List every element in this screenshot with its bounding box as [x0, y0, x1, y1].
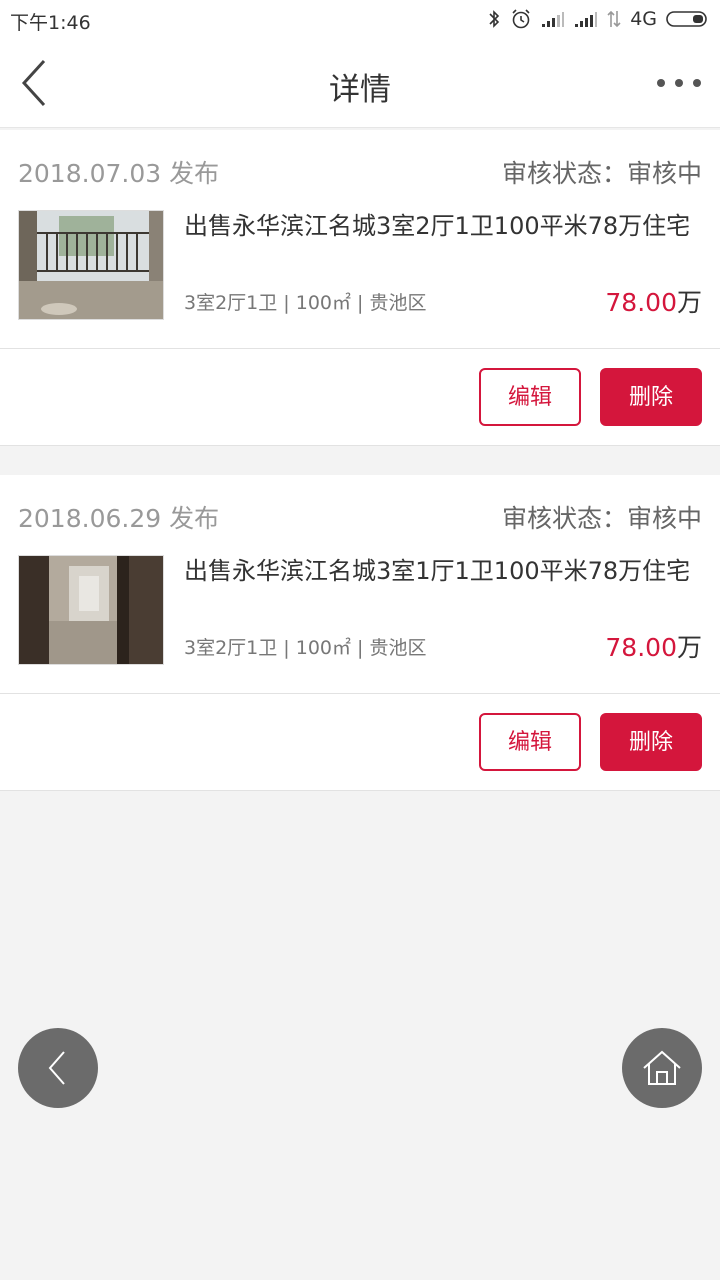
price-value: 78.00 — [605, 633, 677, 662]
listing-thumbnail[interactable] — [18, 210, 164, 320]
page-title: 详情 — [329, 72, 391, 108]
price-unit: 万 — [676, 288, 702, 317]
bluetooth-icon — [489, 10, 500, 28]
signal-icon — [542, 12, 565, 27]
more-button[interactable] — [654, 68, 704, 98]
floating-home-button[interactable] — [622, 1028, 702, 1108]
status-icons: 4G — [487, 7, 710, 31]
data-arrows-icon — [607, 10, 621, 28]
edit-button[interactable]: 编辑 — [479, 368, 581, 426]
status-bar: 下午1:46 4G — [0, 0, 720, 38]
network-label: 4G — [630, 8, 657, 30]
review-status: 审核状态：审核中 — [501, 504, 702, 533]
listing-meta: 3室2厅1卫 | 100㎡ | 贵池区 — [184, 637, 427, 659]
listing-price: 78.00万 — [605, 283, 702, 319]
listing-card: 2018.07.03 发布 审核状态：审核中 出售永华滨江名城3室2厅1卫100… — [0, 130, 720, 446]
publish-date: 2018.06.29 发布 — [18, 504, 220, 533]
divider — [0, 693, 720, 694]
alarm-icon — [512, 9, 530, 29]
battery-icon — [666, 11, 707, 27]
floating-back-button[interactable] — [18, 1028, 98, 1108]
review-status: 审核状态：审核中 — [501, 159, 702, 188]
listing-price: 78.00万 — [605, 628, 702, 664]
home-icon — [643, 1050, 681, 1085]
listing-title[interactable]: 出售永华滨江名城3室2厅1卫100平米78万住宅 — [184, 208, 704, 245]
nav-bar: 详情 — [0, 38, 720, 128]
delete-button[interactable]: 删除 — [600, 713, 702, 771]
divider — [0, 348, 720, 349]
signal-icon — [575, 12, 598, 27]
listing-thumbnail[interactable] — [18, 555, 164, 665]
more-dots-icon — [657, 79, 701, 87]
price-unit: 万 — [676, 633, 702, 662]
price-value: 78.00 — [605, 288, 677, 317]
listing-title[interactable]: 出售永华滨江名城3室1厅1卫100平米78万住宅 — [184, 553, 704, 590]
publish-date: 2018.07.03 发布 — [18, 159, 220, 188]
chevron-left-icon — [48, 1051, 65, 1085]
status-time: 下午1:46 — [10, 12, 91, 34]
listing-card: 2018.06.29 发布 审核状态：审核中 出售永华滨江名城3室1厅1卫100… — [0, 475, 720, 791]
edit-button[interactable]: 编辑 — [479, 713, 581, 771]
delete-button[interactable]: 删除 — [600, 368, 702, 426]
listing-meta: 3室2厅1卫 | 100㎡ | 贵池区 — [184, 292, 427, 314]
